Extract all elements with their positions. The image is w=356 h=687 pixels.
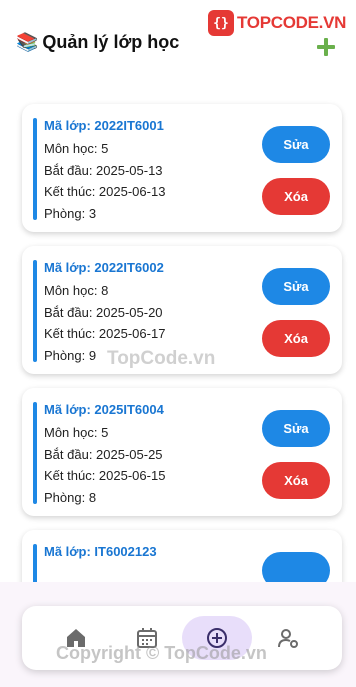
page-title-text: Quản lý lớp học [42, 31, 180, 52]
class-card: Mã lớp: 2025IT6004 Môn học: 5 Bắt đầu: 2… [22, 388, 342, 516]
class-end: Kết thúc: 2025-06-15 [44, 468, 166, 483]
class-room: Phòng: 3 [44, 206, 97, 221]
class-subject: Môn học: 8 [44, 283, 109, 298]
class-start: Bắt đầu: 2025-05-13 [44, 163, 163, 178]
logo-text: TOPCODE.VN [237, 13, 347, 32]
page-title: 📚 Quản lý lớp học [16, 31, 179, 53]
accent-bar [33, 260, 37, 362]
user-settings-icon[interactable] [270, 620, 306, 656]
accent-bar [33, 118, 37, 220]
class-code: Mã lớp: 2022IT6002 [44, 260, 164, 275]
class-card: Mã lớp: 2022IT6001 Môn học: 5 Bắt đầu: 2… [22, 104, 342, 232]
class-subject: Môn học: 5 [44, 141, 109, 156]
class-subject: Môn học: 5 [44, 425, 109, 440]
delete-button[interactable]: Xóa [262, 462, 330, 499]
class-end: Kết thúc: 2025-06-17 [44, 326, 166, 341]
app-header: 📚 Quản lý lớp học {} TOPCODE.VN [0, 0, 356, 90]
edit-button[interactable]: Sửa [262, 126, 330, 163]
class-code: Mã lớp: 2025IT6004 [44, 402, 164, 417]
class-code: Mã lớp: 2022IT6001 [44, 118, 164, 133]
watermark: TopCode.vn [107, 348, 216, 369]
class-start: Bắt đầu: 2025-05-25 [44, 447, 163, 462]
copyright-watermark: Copyright © TopCode.vn [56, 643, 267, 663]
class-room: Phòng: 9 [44, 348, 97, 363]
class-room: Phòng: 8 [44, 490, 97, 505]
delete-button[interactable]: Xóa [262, 320, 330, 357]
screen: Mã lớp: 2022IT6001 Môn học: 5 Bắt đầu: 2… [0, 0, 356, 687]
accent-bar [33, 402, 37, 504]
plus-icon[interactable] [316, 37, 336, 57]
logo-mark: {} [208, 10, 234, 36]
topcode-logo: {} TOPCODE.VN [208, 10, 346, 36]
books-icon: 📚 [16, 32, 39, 52]
delete-button[interactable]: Xóa [262, 178, 330, 215]
edit-button[interactable]: Sửa [262, 268, 330, 305]
class-start: Bắt đầu: 2025-05-20 [44, 305, 163, 320]
class-end: Kết thúc: 2025-06-13 [44, 184, 166, 199]
class-code: Mã lớp: IT6002123 [44, 544, 157, 559]
edit-button[interactable]: Sửa [262, 410, 330, 447]
